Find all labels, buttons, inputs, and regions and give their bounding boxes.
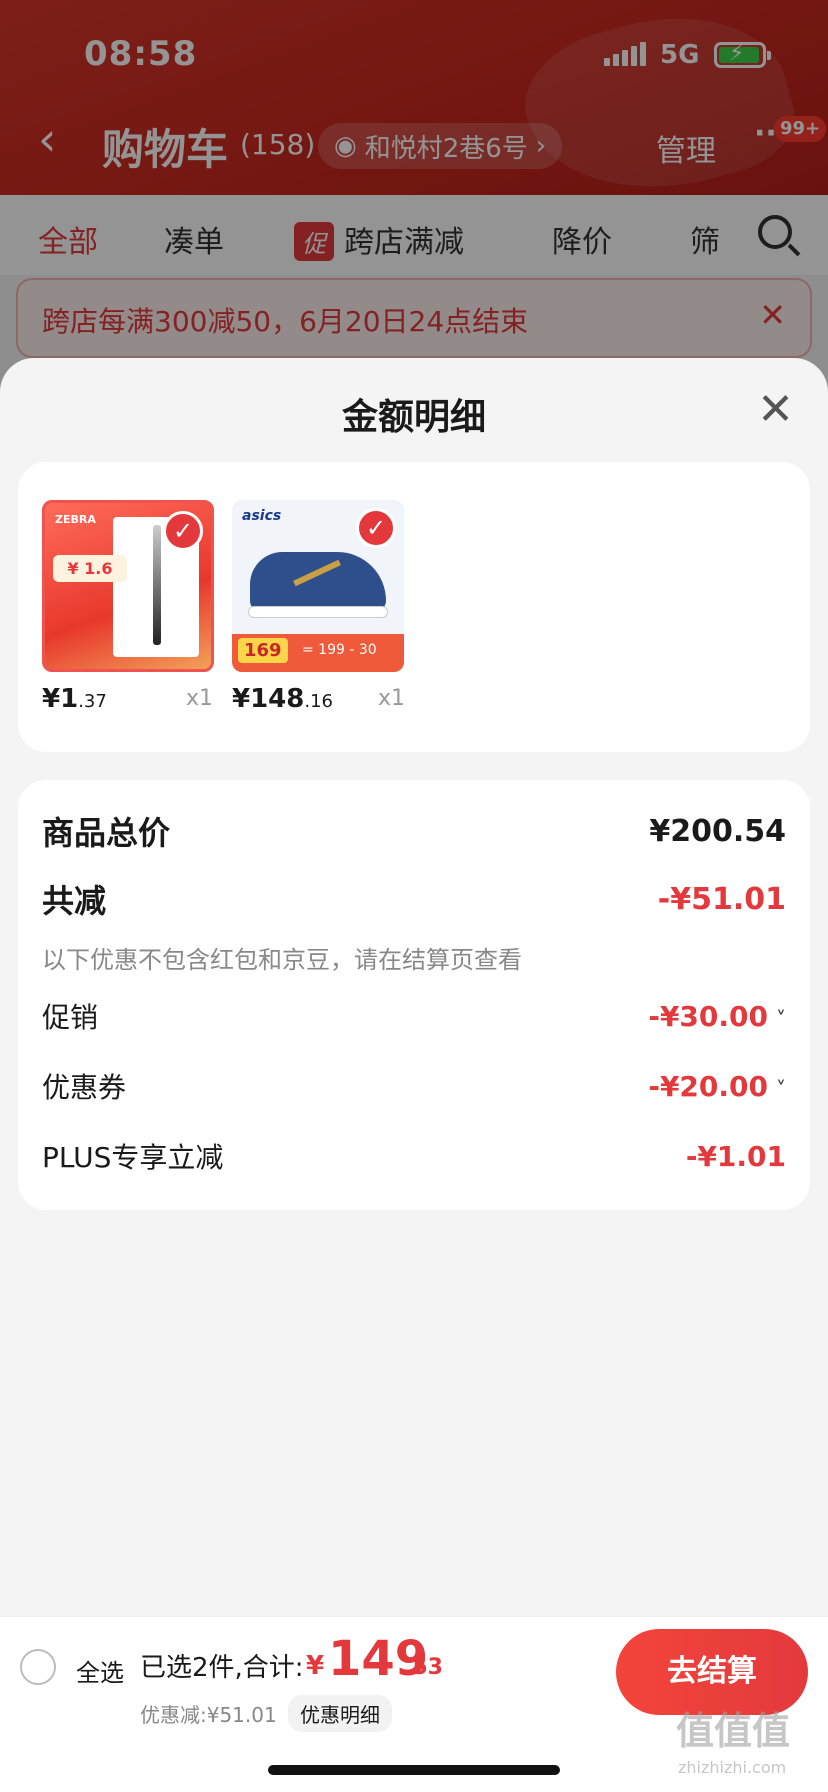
total-reduce-label: 共减: [42, 882, 107, 920]
item-price: ¥1.37: [42, 684, 107, 714]
price-summary-card: 商品总价 ¥200.54 共减 -¥51.01 以下优惠不包含红包和京豆，请在结…: [18, 780, 810, 1210]
selected-items-card: ZEBRA ¥ 1.6 ✓ asics 169 = 199 - 30 ✓ ¥1.…: [18, 462, 810, 752]
coupon-value: -¥20.00: [648, 1069, 768, 1103]
plus-row: PLUS专享立减 -¥1.01: [42, 1136, 786, 1176]
product-image-pen[interactable]: ZEBRA ¥ 1.6 ✓: [42, 500, 214, 672]
total-currency: ¥: [306, 1651, 325, 1681]
shoe-sole: [248, 606, 388, 618]
item-qty: x1: [186, 686, 214, 711]
promo-row[interactable]: 促销 -¥30.00 ˅: [42, 996, 786, 1036]
product-brand: asics: [242, 508, 282, 524]
sheet-title: 金额明细: [341, 397, 486, 438]
total-reduce-value: -¥51.01: [657, 881, 786, 917]
total-price-label: 商品总价: [42, 814, 171, 852]
coupon-row[interactable]: 优惠券 -¥20.00 ˅: [42, 1066, 786, 1106]
plus-value: -¥1.01: [685, 1139, 786, 1173]
select-all-radio[interactable]: [20, 1649, 56, 1685]
product-promo-label: ¥ 1.6: [53, 555, 127, 582]
close-icon[interactable]: ✕: [757, 388, 794, 432]
discount-detail-button[interactable]: 优惠明细: [288, 1695, 392, 1732]
discount-text: 优惠减:¥51.01: [140, 1703, 277, 1727]
chevron-down-icon[interactable]: ˅: [776, 1077, 786, 1101]
item-price: ¥148.16: [232, 684, 334, 714]
promo-value: -¥30.00: [648, 999, 768, 1033]
watermark-url: zhizhizhi.com: [678, 1758, 787, 1777]
total-price-value: ¥200.54: [649, 813, 786, 849]
total-amount-decimal: .53: [404, 1655, 443, 1680]
selected-summary: 已选2件,合计:: [140, 1653, 304, 1683]
select-all-label[interactable]: 全选: [76, 1653, 124, 1688]
product-image-shoe[interactable]: asics 169 = 199 - 30 ✓: [232, 500, 404, 672]
amount-detail-sheet: 金额明细 ✕ ZEBRA ¥ 1.6 ✓ asics 169 = 199 - 3…: [0, 358, 828, 1792]
checked-icon[interactable]: ✓: [356, 508, 396, 548]
home-indicator[interactable]: [268, 1765, 560, 1775]
promo-equation: = 199 - 30: [302, 642, 377, 658]
item-qty: x1: [378, 686, 406, 711]
product-brand: ZEBRA: [55, 513, 96, 526]
pen-graphic: [153, 525, 161, 645]
total-reduce-row: 共减 -¥51.01: [42, 876, 786, 922]
product-promo-strip: 169 = 199 - 30: [232, 634, 404, 672]
coupon-label: 优惠券: [42, 1071, 127, 1104]
shoe-graphic: [250, 552, 386, 612]
watermark-logo: 值值值: [676, 1709, 791, 1753]
promo-price: 169: [238, 638, 288, 663]
chevron-down-icon[interactable]: ˅: [776, 1007, 786, 1031]
plus-label: PLUS专享立减: [42, 1141, 224, 1174]
promo-label: 促销: [42, 1001, 99, 1034]
checked-icon[interactable]: ✓: [163, 511, 203, 551]
total-price-row: 商品总价 ¥200.54: [42, 808, 786, 854]
discount-note: 以下优惠不包含红包和京豆，请在结算页查看: [42, 946, 522, 974]
